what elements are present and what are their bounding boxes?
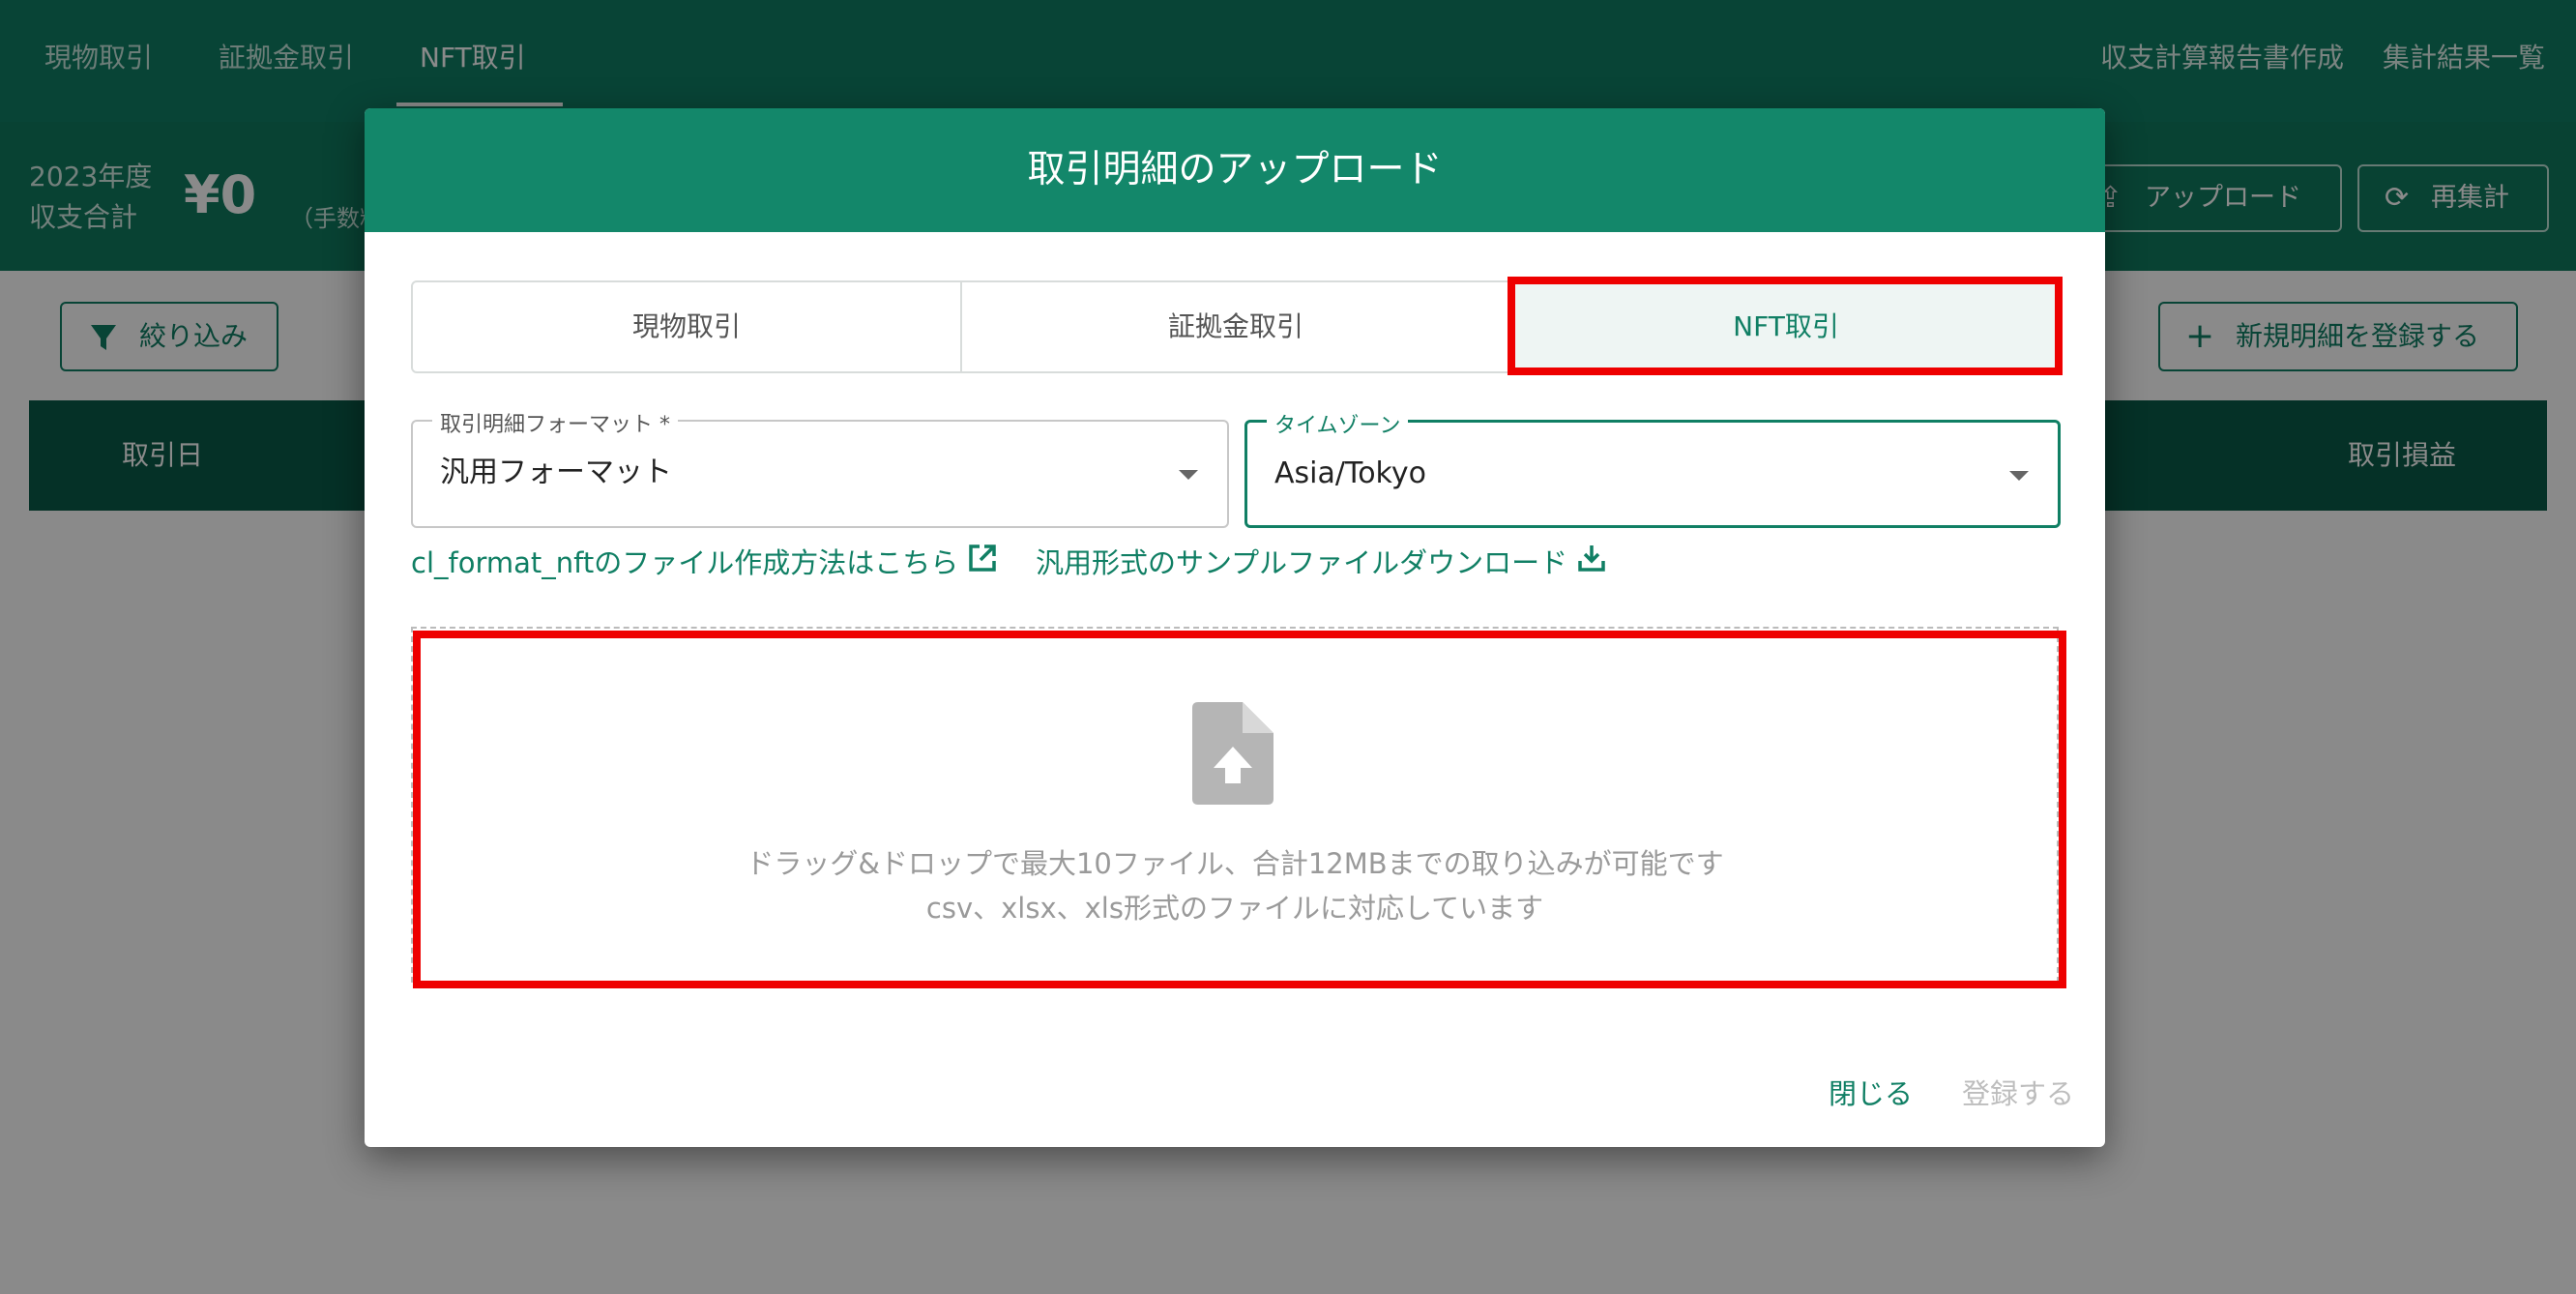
upload-dialog: 取引明細のアップロード 現物取引 証拠金取引 NFT取引 取引明細フォーマット … — [365, 108, 2105, 1147]
sample-download-link[interactable]: 汎用形式のサンプルファイルダウンロード — [1036, 540, 1608, 586]
dropzone-highlight — [413, 631, 2066, 988]
close-button[interactable]: 閉じる — [1829, 1072, 1913, 1112]
format-select-value: 汎用フォーマット — [440, 456, 672, 489]
chevron-down-icon — [2009, 471, 2029, 481]
timezone-select[interactable]: タイムゾーン Asia/Tokyo — [1244, 408, 2061, 528]
segment-spot[interactable]: 現物取引 — [413, 282, 962, 371]
format-help-link-label: cl_format_nftのファイル作成方法はこちら — [411, 546, 959, 579]
sample-download-link-label: 汎用形式のサンプルファイルダウンロード — [1036, 546, 1568, 579]
segment-margin[interactable]: 証拠金取引 — [962, 282, 1511, 371]
register-button[interactable]: 登録する — [1962, 1072, 2074, 1112]
format-help-link[interactable]: cl_format_nftのファイル作成方法はこちら — [411, 540, 999, 586]
download-icon — [1575, 542, 1608, 588]
dialog-title: 取引明細のアップロード — [1027, 148, 1443, 191]
nft-segment-highlight — [1508, 277, 2063, 375]
timezone-select-value: Asia/Tokyo — [1274, 456, 1426, 490]
external-link-icon — [966, 542, 999, 588]
format-select[interactable]: 取引明細フォーマット * 汎用フォーマット — [411, 407, 1229, 528]
chevron-down-icon — [1179, 470, 1198, 480]
dialog-header: 取引明細のアップロード — [365, 108, 2105, 232]
